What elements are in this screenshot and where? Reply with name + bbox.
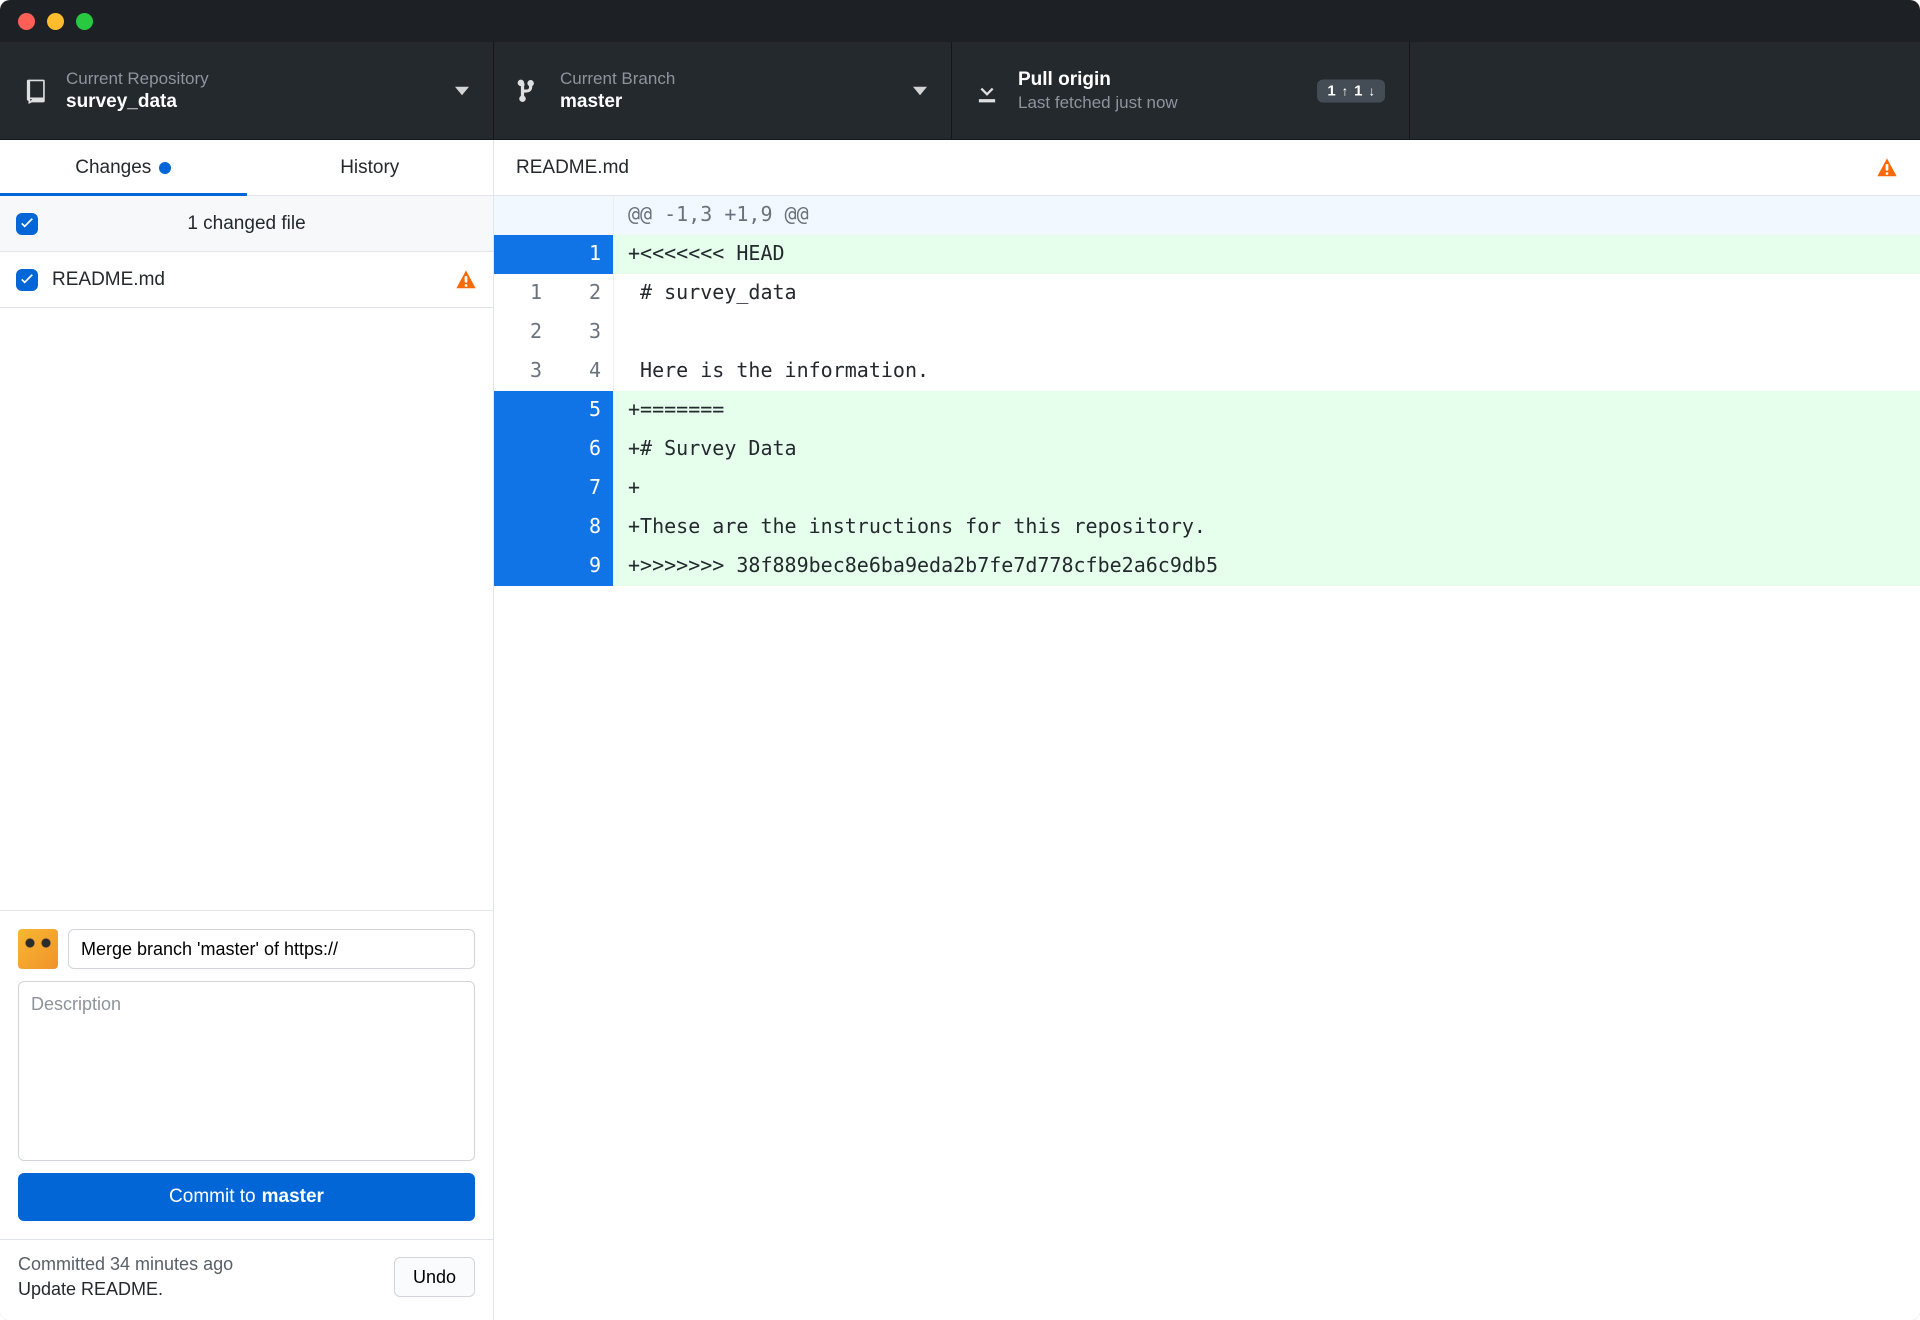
arrow-down-icon: ↓	[1369, 83, 1376, 98]
titlebar	[0, 0, 1920, 42]
commit-form: Commit to master	[0, 910, 493, 1239]
diff-code: +>>>>>>> 38f889bec8e6ba9eda2b7fe7d778cfb…	[614, 547, 1920, 586]
diff-code: # survey_data	[614, 274, 1920, 313]
branch-icon	[516, 78, 542, 104]
commit-summary-input[interactable]	[68, 929, 475, 969]
gutter-new	[554, 196, 614, 235]
commit-btn-prefix: Commit to	[169, 1186, 256, 1208]
repo-label: Current Repository	[66, 69, 209, 89]
avatar	[18, 929, 58, 969]
conflict-warning-icon	[455, 269, 477, 291]
diff-code: Here is the information.	[614, 352, 1920, 391]
chevron-down-icon	[455, 80, 469, 102]
commit-btn-branch: master	[262, 1186, 324, 1208]
maximize-window-button[interactable]	[76, 13, 93, 30]
gutter-new: 6	[554, 430, 614, 469]
tab-changes-label: Changes	[75, 157, 151, 179]
diff-code: +# Survey Data	[614, 430, 1920, 469]
sidebar: Changes History 1 changed file README.md	[0, 140, 494, 1320]
gutter-old: 3	[494, 352, 554, 391]
pull-sublabel: Last fetched just now	[1018, 93, 1178, 113]
last-commit-msg: Update README.	[18, 1279, 382, 1300]
changes-count: 1 changed file	[16, 213, 477, 235]
diff-line[interactable]: 8+These are the instructions for this re…	[494, 508, 1920, 547]
gutter-new: 1	[554, 235, 614, 274]
diff-code: +These are the instructions for this rep…	[614, 508, 1920, 547]
last-commit-time: Committed 34 minutes ago	[18, 1254, 382, 1275]
file-name: README.md	[52, 269, 441, 291]
file-checkbox[interactable]	[16, 269, 38, 291]
conflict-warning-icon	[1876, 157, 1898, 179]
gutter-old	[494, 508, 554, 547]
gutter-old	[494, 391, 554, 430]
diff-file-title: README.md	[516, 157, 1864, 179]
download-icon	[974, 78, 1000, 104]
gutter-old	[494, 547, 554, 586]
gutter-old	[494, 469, 554, 508]
sidebar-spacer	[0, 308, 493, 910]
changes-indicator-dot	[159, 162, 171, 174]
pull-label: Pull origin	[1018, 69, 1178, 91]
commit-button[interactable]: Commit to master	[18, 1173, 475, 1221]
diff-code	[614, 313, 1920, 352]
branch-label: Current Branch	[560, 69, 675, 89]
arrow-up-icon: ↑	[1342, 83, 1349, 98]
gutter-new: 5	[554, 391, 614, 430]
gutter-new: 7	[554, 469, 614, 508]
tab-history[interactable]: History	[247, 140, 494, 195]
pull-origin-button[interactable]: Pull origin Last fetched just now 1 ↑ 1 ↓	[952, 42, 1410, 139]
gutter-new: 8	[554, 508, 614, 547]
gutter-new: 4	[554, 352, 614, 391]
app-window: Current Repository survey_data Current B…	[0, 0, 1920, 1320]
pull-count-badge: 1 ↑ 1 ↓	[1317, 79, 1385, 102]
diff-line[interactable]: 12 # survey_data	[494, 274, 1920, 313]
changes-header: 1 changed file	[0, 196, 493, 252]
diff-line[interactable]: 7+	[494, 469, 1920, 508]
undo-button[interactable]: Undo	[394, 1257, 475, 1297]
diff-code: +	[614, 469, 1920, 508]
diff-line[interactable]: 1+<<<<<<< HEAD	[494, 235, 1920, 274]
minimize-window-button[interactable]	[47, 13, 64, 30]
repo-selector[interactable]: Current Repository survey_data	[0, 42, 494, 139]
diff-line[interactable]: 23	[494, 313, 1920, 352]
sidebar-tabs: Changes History	[0, 140, 493, 196]
chevron-down-icon	[913, 80, 927, 102]
diff-code: +=======	[614, 391, 1920, 430]
diff-code: @@ -1,3 +1,9 @@	[614, 196, 1920, 235]
gutter-new: 2	[554, 274, 614, 313]
commit-description-input[interactable]	[18, 981, 475, 1161]
tab-changes[interactable]: Changes	[0, 140, 247, 195]
repo-icon	[22, 78, 48, 104]
badge-down-count: 1	[1354, 82, 1362, 99]
tab-history-label: History	[340, 157, 399, 179]
branch-selector[interactable]: Current Branch master	[494, 42, 952, 139]
gutter-old	[494, 196, 554, 235]
diff-header: README.md	[494, 140, 1920, 196]
toolbar: Current Repository survey_data Current B…	[0, 42, 1920, 140]
gutter-old: 2	[494, 313, 554, 352]
commit-footer: Committed 34 minutes ago Update README. …	[0, 1239, 493, 1320]
repo-value: survey_data	[66, 91, 209, 113]
diff-line[interactable]: 9+>>>>>>> 38f889bec8e6ba9eda2b7fe7d778cf…	[494, 547, 1920, 586]
gutter-old	[494, 235, 554, 274]
changed-file-row[interactable]: README.md	[0, 252, 493, 308]
diff-line[interactable]: 34 Here is the information.	[494, 352, 1920, 391]
branch-value: master	[560, 91, 675, 113]
diff-body[interactable]: @@ -1,3 +1,9 @@1+<<<<<<< HEAD12 # survey…	[494, 196, 1920, 1320]
body: Changes History 1 changed file README.md	[0, 140, 1920, 1320]
diff-line[interactable]: @@ -1,3 +1,9 @@	[494, 196, 1920, 235]
gutter-new: 3	[554, 313, 614, 352]
diff-panel: README.md @@ -1,3 +1,9 @@1+<<<<<<< HEAD1…	[494, 140, 1920, 1320]
badge-up-count: 1	[1327, 82, 1335, 99]
gutter-new: 9	[554, 547, 614, 586]
diff-line[interactable]: 6+# Survey Data	[494, 430, 1920, 469]
diff-line[interactable]: 5+=======	[494, 391, 1920, 430]
diff-code: +<<<<<<< HEAD	[614, 235, 1920, 274]
window-controls	[18, 13, 93, 30]
gutter-old	[494, 430, 554, 469]
gutter-old: 1	[494, 274, 554, 313]
close-window-button[interactable]	[18, 13, 35, 30]
